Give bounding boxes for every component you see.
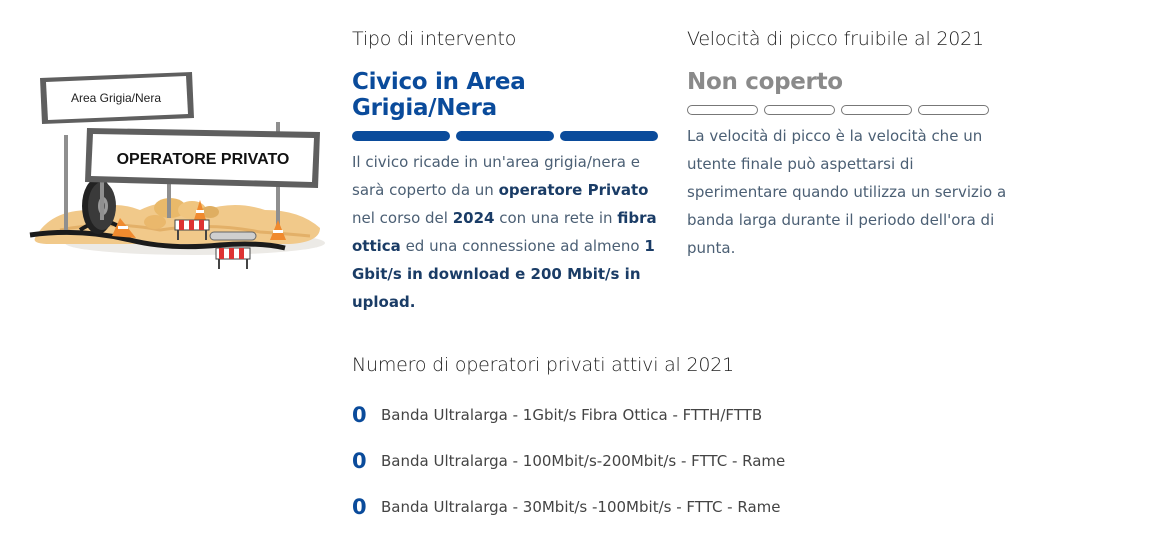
operator-count: 0	[352, 403, 367, 427]
svg-text:OPERATORE PRIVATO: OPERATORE PRIVATO	[117, 151, 290, 168]
operator-count: 0	[352, 495, 367, 519]
tipo-description: Il civico ricade in un'area grigia/nera …	[352, 148, 672, 316]
roadwork-illustration-svg: Area Grigia/Nera OPERATORE PRIVATO	[29, 72, 325, 269]
construction-illustration: Area Grigia/Nera OPERATORE PRIVATO	[20, 60, 330, 290]
operator-label: Banda Ultralarga - 1Gbit/s Fibra Ottica …	[381, 406, 763, 424]
desc-bold: 2024	[452, 209, 495, 227]
level-bar	[352, 131, 450, 141]
level-bar	[841, 105, 912, 115]
level-bar	[687, 105, 758, 115]
operator-row: 0 Banda Ultralarga - 1Gbit/s Fibra Ottic…	[352, 392, 1052, 438]
operatori-title: Numero di operatori privati attivi al 20…	[352, 354, 735, 376]
area-sign: Area Grigia/Nera	[40, 72, 194, 124]
desc-part: nel corso del	[352, 209, 453, 227]
operator-label: Banda Ultralarga - 30Mbit/s -100Mbit/s -…	[381, 498, 781, 516]
tipo-title: Tipo di intervento	[352, 28, 517, 50]
level-bar	[560, 131, 658, 141]
operator-sign: OPERATORE PRIVATO	[85, 128, 320, 188]
operator-row: 0 Banda Ultralarga - 30Mbit/s -100Mbit/s…	[352, 484, 1052, 530]
velocita-value: Non coperto	[687, 69, 843, 95]
level-bar	[918, 105, 989, 115]
tipo-value: Civico in Area Grigia/Nera	[352, 69, 526, 121]
operator-count: 0	[352, 449, 367, 473]
tipo-level-bars	[352, 131, 672, 141]
velocita-description: La velocità di picco è la velocità che u…	[687, 127, 1007, 257]
level-bar	[456, 131, 554, 141]
operatori-section: Numero di operatori privati attivi al 20…	[352, 354, 1052, 530]
operator-row: 0 Banda Ultralarga - 100Mbit/s-200Mbit/s…	[352, 438, 1052, 484]
operator-label: Banda Ultralarga - 100Mbit/s-200Mbit/s -…	[381, 452, 786, 470]
desc-part: con una rete in	[494, 209, 618, 227]
velocita-level-bars	[687, 105, 1017, 115]
svg-text:Area Grigia/Nera: Area Grigia/Nera	[71, 91, 161, 105]
velocita-title: Velocità di picco fruibile al 2021	[687, 28, 984, 50]
barrier-front-icon	[215, 247, 251, 269]
tipo-intervento-section: Tipo di intervento Civico in Area Grigia…	[352, 28, 672, 316]
desc-bold: operatore Privato	[498, 181, 649, 199]
level-bar	[764, 105, 835, 115]
velocita-section: Velocità di picco fruibile al 2021 Non c…	[687, 28, 1017, 262]
desc-part: ed una connessione ad almeno	[400, 237, 645, 255]
